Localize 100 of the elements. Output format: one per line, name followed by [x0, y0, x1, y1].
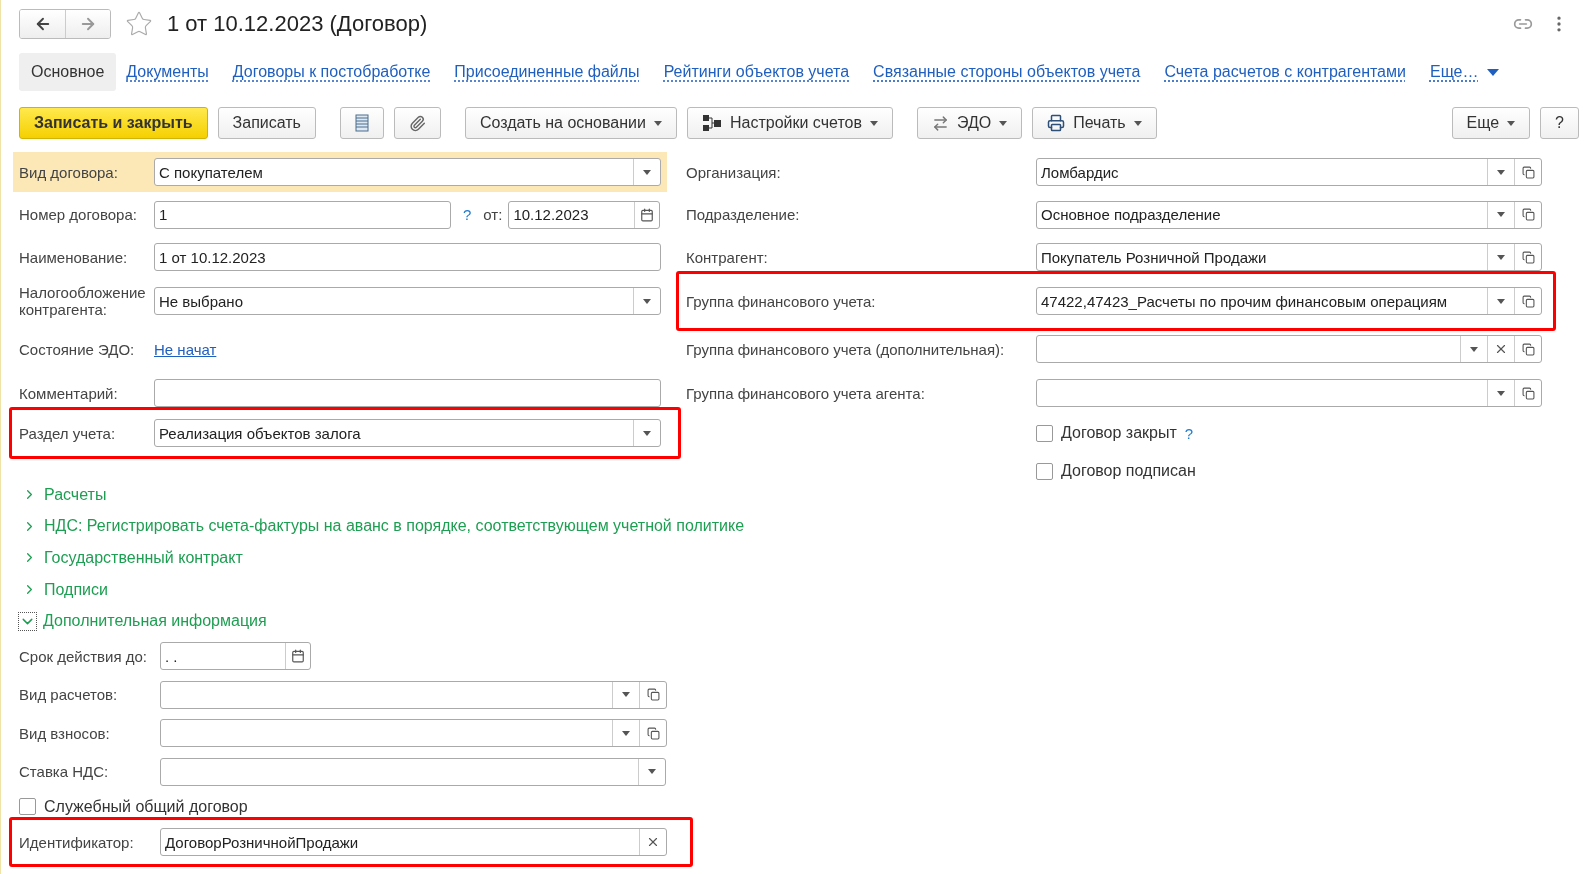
copy-icon [646, 726, 660, 740]
toolbar-button[interactable]: ? [1540, 107, 1579, 139]
section-toggle[interactable]: Государственный контракт [21, 542, 1587, 574]
caret-icon [648, 769, 656, 775]
toolbar-button[interactable]: ЭДО [916, 107, 1023, 139]
toolbar-button[interactable]: Создать на основании [464, 107, 677, 139]
combo-box[interactable]: Не выбрано [154, 287, 661, 315]
printer-icon [1047, 114, 1066, 132]
field-label: Подразделение: [686, 206, 801, 223]
field-label: Идентификатор: [19, 833, 135, 851]
combo-box[interactable]: 47422,47423_Расчеты по прочим финансовым операциям [1036, 287, 1542, 315]
field-label: Наименование: [19, 248, 129, 266]
tab[interactable]: Документы [126, 53, 209, 91]
input-field[interactable]: 1 от 10.12.2023 [154, 243, 661, 271]
combo-box[interactable]: Основное подразделение [1036, 200, 1542, 229]
caret-icon [1497, 212, 1505, 217]
checkbox-label: Служебный общий договор [44, 797, 248, 816]
input-field[interactable]: ДоговорРозничнойПродажи [160, 828, 667, 857]
input-field[interactable] [154, 379, 661, 407]
field-label: Состояние ЭДО: [19, 340, 136, 358]
field-label: Вид расчетов: [19, 686, 119, 704]
triangle-down-icon [1486, 68, 1499, 76]
caret-icon [1497, 254, 1505, 260]
close-icon [1494, 342, 1508, 356]
caret-icon [1133, 120, 1142, 126]
calendar-icon [291, 649, 305, 664]
list-icon [354, 114, 369, 132]
field-label: Контрагент: [686, 248, 769, 266]
toolbar-button[interactable]: Настройки счетов [686, 107, 893, 139]
caret-icon [1507, 120, 1516, 126]
caret-icon [643, 430, 651, 436]
input-field[interactable]: 1 [154, 200, 451, 229]
field-label: Ставка НДС: [19, 763, 110, 781]
paperclip-icon [408, 114, 426, 132]
combo-box[interactable]: Ломбардис [1036, 158, 1542, 186]
checkbox-label: Договор закрыт [1061, 424, 1177, 442]
window-title: 1 от 10.12.2023 (Договор) [167, 11, 428, 37]
star-icon[interactable] [125, 10, 153, 38]
caret-icon [643, 169, 651, 175]
tab[interactable]: Связанные стороны объектов учета [873, 53, 1141, 91]
tab[interactable]: Рейтинги объектов учета [663, 53, 850, 91]
status-link[interactable]: Не начат [154, 340, 217, 358]
field-label: Вид взносов: [19, 724, 111, 742]
tab[interactable]: Еще… [1429, 53, 1499, 91]
toolbar-button[interactable]: Записать [217, 107, 316, 139]
checkbox-label: Договор подписан [1061, 462, 1196, 480]
checkbox[interactable] [1036, 462, 1053, 480]
toolbar-button[interactable]: Печать [1032, 107, 1157, 139]
checkbox[interactable] [19, 798, 36, 816]
field-label: Раздел учета: [19, 424, 117, 442]
copy-icon [1521, 342, 1535, 356]
field-label: Комментарий: [19, 384, 119, 402]
copy-icon [1521, 250, 1535, 264]
combo-box[interactable]: Покупатель Розничной Продажи [1036, 243, 1542, 271]
caret-icon [622, 692, 630, 698]
toolbar-button[interactable]: Еще [1451, 107, 1531, 139]
section-toggle[interactable]: НДС: Регистрировать счета-фактуры на аванс в порядке, соответствующем учетной политике [21, 510, 1587, 543]
combo-box[interactable]: Реализация объектов залога [154, 419, 661, 447]
caret-icon [999, 120, 1008, 126]
field-label: Срок действия до: [19, 647, 148, 665]
exchange-icon [931, 114, 949, 132]
field-label: Налогообложение контрагента: [19, 284, 147, 318]
toolbar-button[interactable]: Записать и закрыть [19, 107, 208, 139]
section-toggle[interactable]: Расчеты [21, 479, 1587, 511]
copy-icon [1521, 386, 1535, 400]
field-label: от: [483, 206, 503, 223]
tab[interactable]: Договоры к постобработке [232, 53, 431, 91]
structure-icon [701, 114, 722, 132]
back-button[interactable] [20, 10, 65, 38]
caret-icon [1497, 169, 1505, 175]
caret-icon [1470, 346, 1478, 352]
copy-icon [1521, 294, 1535, 308]
field-label: Вид договора: [19, 163, 119, 181]
field-label: Номер договора: [19, 206, 138, 223]
copy-icon [1521, 208, 1535, 221]
combo-box[interactable]: С покупателем [154, 158, 661, 186]
caret-icon [653, 120, 662, 126]
input-field[interactable]: 10.12.2023 [508, 200, 661, 229]
section-toggle[interactable]: Дополнительная информация [21, 605, 1587, 637]
section-toggle[interactable]: Подписи [21, 573, 1587, 606]
field-label: Группа финансового учета агента: [686, 384, 926, 402]
caret-icon [1497, 298, 1505, 304]
tab[interactable]: Присоединенные файлы [454, 53, 640, 91]
field-label: Организация: [686, 163, 782, 181]
arrow-right-icon [79, 15, 97, 33]
caret-icon [1497, 390, 1505, 396]
caret-icon [643, 298, 651, 304]
caret-icon [869, 120, 878, 126]
help-link[interactable]: ? [1184, 424, 1194, 442]
input-field[interactable]: . . [160, 642, 311, 671]
copy-icon [1521, 165, 1535, 179]
tab[interactable]: Основное [19, 53, 117, 91]
help-link[interactable]: ? [463, 206, 472, 223]
copy-icon [646, 688, 660, 702]
field-label: Группа финансового учета (дополнительная): [686, 340, 1006, 358]
field-label: Группа финансового учета: [686, 292, 877, 310]
toolbar-icon-button[interactable] [393, 107, 441, 139]
calendar-icon [640, 207, 655, 222]
tab[interactable]: Счета расчетов с контрагентами [1164, 53, 1406, 91]
checkbox[interactable] [1036, 424, 1053, 442]
